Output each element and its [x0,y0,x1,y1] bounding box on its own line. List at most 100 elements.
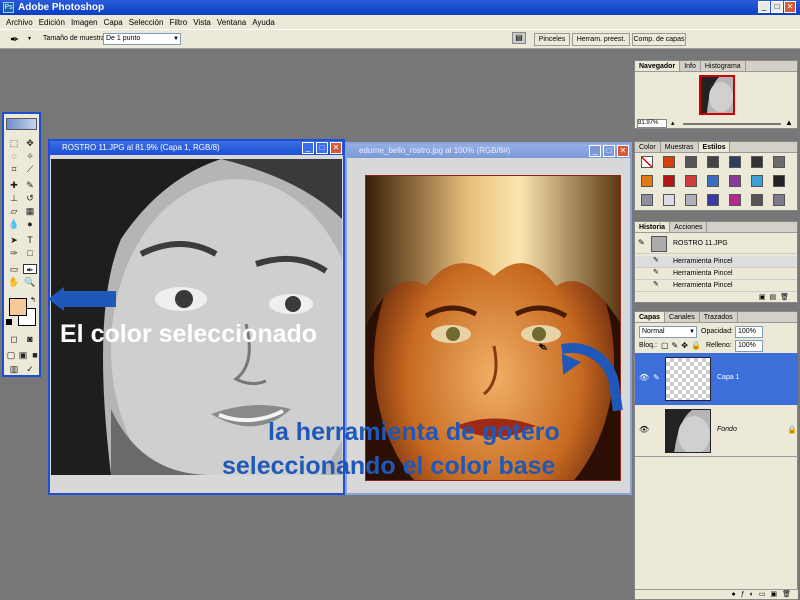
menu-seleccion[interactable]: Selección [126,18,167,27]
style-swatch[interactable] [663,156,675,168]
document-maximize-button[interactable]: □ [603,145,615,157]
style-swatch[interactable] [773,194,785,206]
quick-mask-mode-icon[interactable]: ◙ [23,334,37,344]
style-swatch[interactable] [707,175,719,187]
sample-size-select[interactable]: De 1 punto ▼ [103,33,181,45]
tab-muestras[interactable]: Muestras [661,142,699,152]
pen-tool-icon[interactable]: ✑ [7,248,21,258]
layers-footer-icons[interactable]: ●ƒ◐▭▣🗑 [635,589,798,599]
tab-color[interactable]: Color [635,142,661,152]
tab-estilos[interactable]: Estilos [698,142,731,152]
screen-mode-standard-icon[interactable]: ▢ [5,350,17,360]
tab-canales[interactable]: Canales [665,312,700,322]
blend-mode-select[interactable]: Normal ▼ [639,326,697,338]
document-maximize-button[interactable]: □ [316,142,328,154]
brush-tool-icon[interactable]: ✎ [23,180,37,190]
style-swatch[interactable] [685,175,697,187]
style-swatch[interactable] [685,194,697,206]
menu-filtro[interactable]: Filtro [166,18,190,27]
style-swatch[interactable] [641,175,653,187]
menu-ventana[interactable]: Ventana [214,18,249,27]
palette-tab-herram-preest[interactable]: Herram. preest. [572,33,630,46]
swap-colors-icon[interactable]: ↰ [30,296,36,304]
gradient-tool-icon[interactable]: ▦ [23,206,37,216]
zoom-tool-icon[interactable]: 🔍 [23,277,37,287]
history-footer-icons[interactable]: ▣▤🗑 [759,293,793,301]
history-snapshot-row[interactable]: ✎ ROSTRO 11.JPG [635,234,797,254]
style-swatch[interactable] [773,175,785,187]
shape-tool-icon[interactable]: □ [23,248,37,258]
crop-tool-icon[interactable]: ⌗ [7,164,21,174]
clone-stamp-tool-icon[interactable]: ⊥ [7,193,21,203]
document-close-button[interactable]: ✕ [617,145,629,157]
style-swatch[interactable] [707,156,719,168]
eye-icon[interactable]: 👁 [639,425,649,434]
lock-icons[interactable]: ▢✎✥🔒 [661,341,704,350]
layer-row-fondo[interactable]: 👁 Fondo 🔒 [635,405,798,457]
palette-tab-comp-capas[interactable]: Comp. de capas [632,33,686,46]
adobe-online-icon[interactable] [6,118,37,130]
style-swatch[interactable] [641,156,653,168]
file-browser-icon[interactable]: ▤ [512,32,526,44]
menu-archivo[interactable]: Archivo [3,18,36,27]
navigator-thumbnail[interactable] [699,75,735,115]
tab-capas[interactable]: Capas [635,312,666,322]
eyedropper-icon[interactable]: ✒ [10,33,19,46]
style-swatch[interactable] [751,175,763,187]
eye-icon[interactable]: 👁 [639,373,649,382]
tool-preset-chevron-icon[interactable]: ▾ [28,35,31,42]
style-swatch[interactable] [685,156,697,168]
blur-tool-icon[interactable]: 💧 [7,219,21,229]
layer-name[interactable]: Capa 1 [717,374,740,381]
screen-mode-full-icon[interactable]: ■ [29,350,41,360]
magic-wand-tool-icon[interactable]: ✧ [23,151,37,161]
slice-tool-icon[interactable]: ⟋ [23,164,37,174]
jump-to-icon[interactable]: ✓ [23,364,37,374]
style-swatch[interactable] [663,194,675,206]
layer-name[interactable]: Fondo [717,426,737,433]
document-minimize-button[interactable]: _ [302,142,314,154]
style-swatch[interactable] [641,194,653,206]
default-colors-icon[interactable] [6,319,12,325]
palette-tab-pinceles[interactable]: Pinceles [534,33,570,46]
layer-row-capa-1[interactable]: 👁 ✎ Capa 1 [635,353,798,405]
tab-info[interactable]: Info [680,61,701,71]
zoom-out-icon[interactable]: ▴ [671,119,675,127]
screen-mode-full-menu-icon[interactable]: ▣ [17,350,29,360]
style-swatch[interactable] [729,156,741,168]
healing-brush-tool-icon[interactable]: ✚ [7,180,21,190]
style-swatch[interactable] [707,194,719,206]
notes-tool-icon[interactable]: ▭ [7,264,21,274]
minimize-button[interactable]: _ [758,1,770,13]
eyedropper-tool-icon[interactable]: ✒ [23,264,37,275]
document-titlebar-inactive[interactable]: edurne_bello_rostro.jpg al 100% (RGB/8#)… [347,144,630,158]
path-selection-tool-icon[interactable]: ➤ [7,235,21,245]
menu-imagen[interactable]: Imagen [68,18,101,27]
tab-navegador[interactable]: Navegador [635,61,681,71]
marquee-tool-icon[interactable]: ⬚ [7,138,21,148]
fill-input[interactable]: 100% [735,340,763,352]
opacity-input[interactable]: 100% [735,326,763,338]
document-minimize-button[interactable]: _ [589,145,601,157]
zoom-in-icon[interactable]: ▲ [785,118,793,127]
lasso-tool-icon[interactable]: ◌ [7,151,21,161]
navigator-zoom-slider[interactable] [683,123,781,125]
imageready-icon[interactable]: ▥ [7,364,21,374]
tab-histograma[interactable]: Histograma [701,61,746,71]
tab-historia[interactable]: Historia [635,222,671,232]
history-brush-tool-icon[interactable]: ↺ [23,193,37,203]
tab-acciones[interactable]: Acciones [670,222,708,232]
type-tool-icon[interactable]: T [23,235,37,245]
foreground-color-swatch[interactable] [9,298,27,316]
style-swatch[interactable] [751,194,763,206]
menu-edicion[interactable]: Edición [36,18,68,27]
history-item[interactable]: ✎ Herramienta Pincel [635,256,797,268]
menu-capa[interactable]: Capa [101,18,126,27]
document-titlebar[interactable]: ROSTRO 11.JPG al 81.9% (Capa 1, RGB/8) _… [50,141,343,155]
menu-vista[interactable]: Vista [190,18,214,27]
document-close-button[interactable]: ✕ [330,142,342,154]
tab-trazados[interactable]: Trazados [700,312,738,322]
eraser-tool-icon[interactable]: ▱ [7,206,21,216]
move-tool-icon[interactable]: ✥ [23,138,37,148]
style-swatch[interactable] [729,175,741,187]
